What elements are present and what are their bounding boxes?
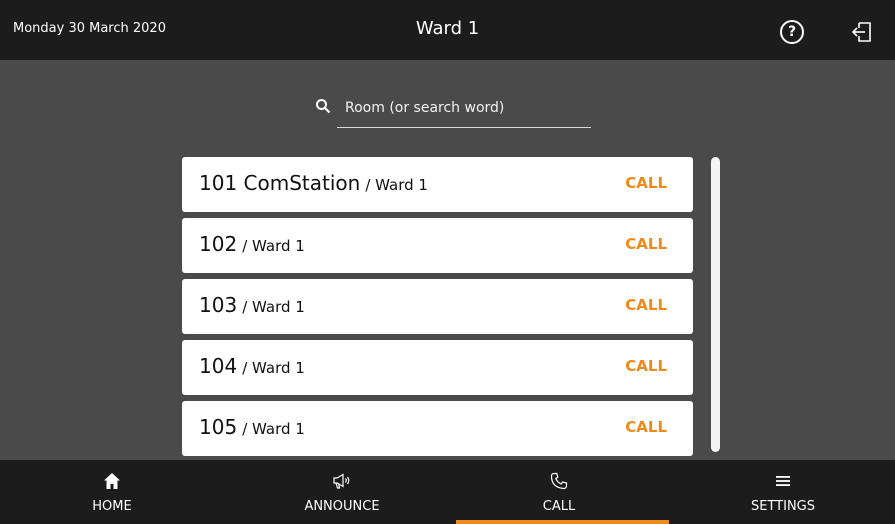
search-icon <box>316 99 331 114</box>
list-item-room-103[interactable]: 103/ Ward 1 CALL <box>182 279 693 334</box>
nav-call-label: CALL <box>542 499 576 514</box>
room-ward: / Ward 1 <box>242 298 305 316</box>
nav-settings-label: SETTINGS <box>750 499 815 514</box>
call-button[interactable]: CALL <box>625 418 667 436</box>
nav-home[interactable]: HOME <box>0 460 224 524</box>
home-icon <box>104 473 120 489</box>
call-button[interactable]: CALL <box>625 357 667 375</box>
room-ward: / Ward 1 <box>242 420 305 438</box>
nav-home-label: HOME <box>92 499 132 514</box>
call-button[interactable]: CALL <box>625 296 667 314</box>
menu-icon <box>776 476 790 486</box>
logout-icon <box>851 22 871 42</box>
room-number: 104 <box>199 354 238 378</box>
nav-announce-label: ANNOUNCE <box>304 499 380 514</box>
room-list: 101 ComStation / Ward 1 CALL 102/ Ward 1 … <box>182 157 693 462</box>
search-bar <box>316 92 591 128</box>
room-number: 105 <box>199 415 238 439</box>
logout-button[interactable] <box>850 20 874 44</box>
help-button[interactable]: ? <box>780 20 804 44</box>
list-item-room-101[interactable]: 101 ComStation / Ward 1 CALL <box>182 157 693 212</box>
nav-call[interactable]: CALL <box>447 460 671 524</box>
nav-announce[interactable]: ANNOUNCE <box>230 460 454 524</box>
list-scrollbar[interactable] <box>711 157 720 452</box>
search-input[interactable] <box>345 96 589 120</box>
room-ward: / Ward 1 <box>242 237 305 255</box>
list-item-room-105[interactable]: 105/ Ward 1 CALL <box>182 401 693 456</box>
bottom-nav: HOME ANNOUNCE CALL SETTINGS <box>0 460 895 524</box>
room-ward: / Ward 1 <box>242 359 305 377</box>
help-icon: ? <box>787 24 797 40</box>
list-item-room-104[interactable]: 104/ Ward 1 CALL <box>182 340 693 395</box>
room-number: 102 <box>199 232 238 256</box>
call-button[interactable]: CALL <box>625 174 667 192</box>
megaphone-icon <box>333 473 350 489</box>
call-button[interactable]: CALL <box>625 235 667 253</box>
room-ward: / Ward 1 <box>365 176 428 194</box>
current-date: Monday 30 March 2020 <box>13 21 166 36</box>
room-number: 103 <box>199 293 238 317</box>
nav-settings[interactable]: SETTINGS <box>671 460 895 524</box>
list-item-room-102[interactable]: 102/ Ward 1 CALL <box>182 218 693 273</box>
phone-icon <box>550 472 568 490</box>
room-number: 101 ComStation <box>199 171 361 195</box>
top-bar: Monday 30 March 2020 Ward 1 ? <box>0 0 895 60</box>
